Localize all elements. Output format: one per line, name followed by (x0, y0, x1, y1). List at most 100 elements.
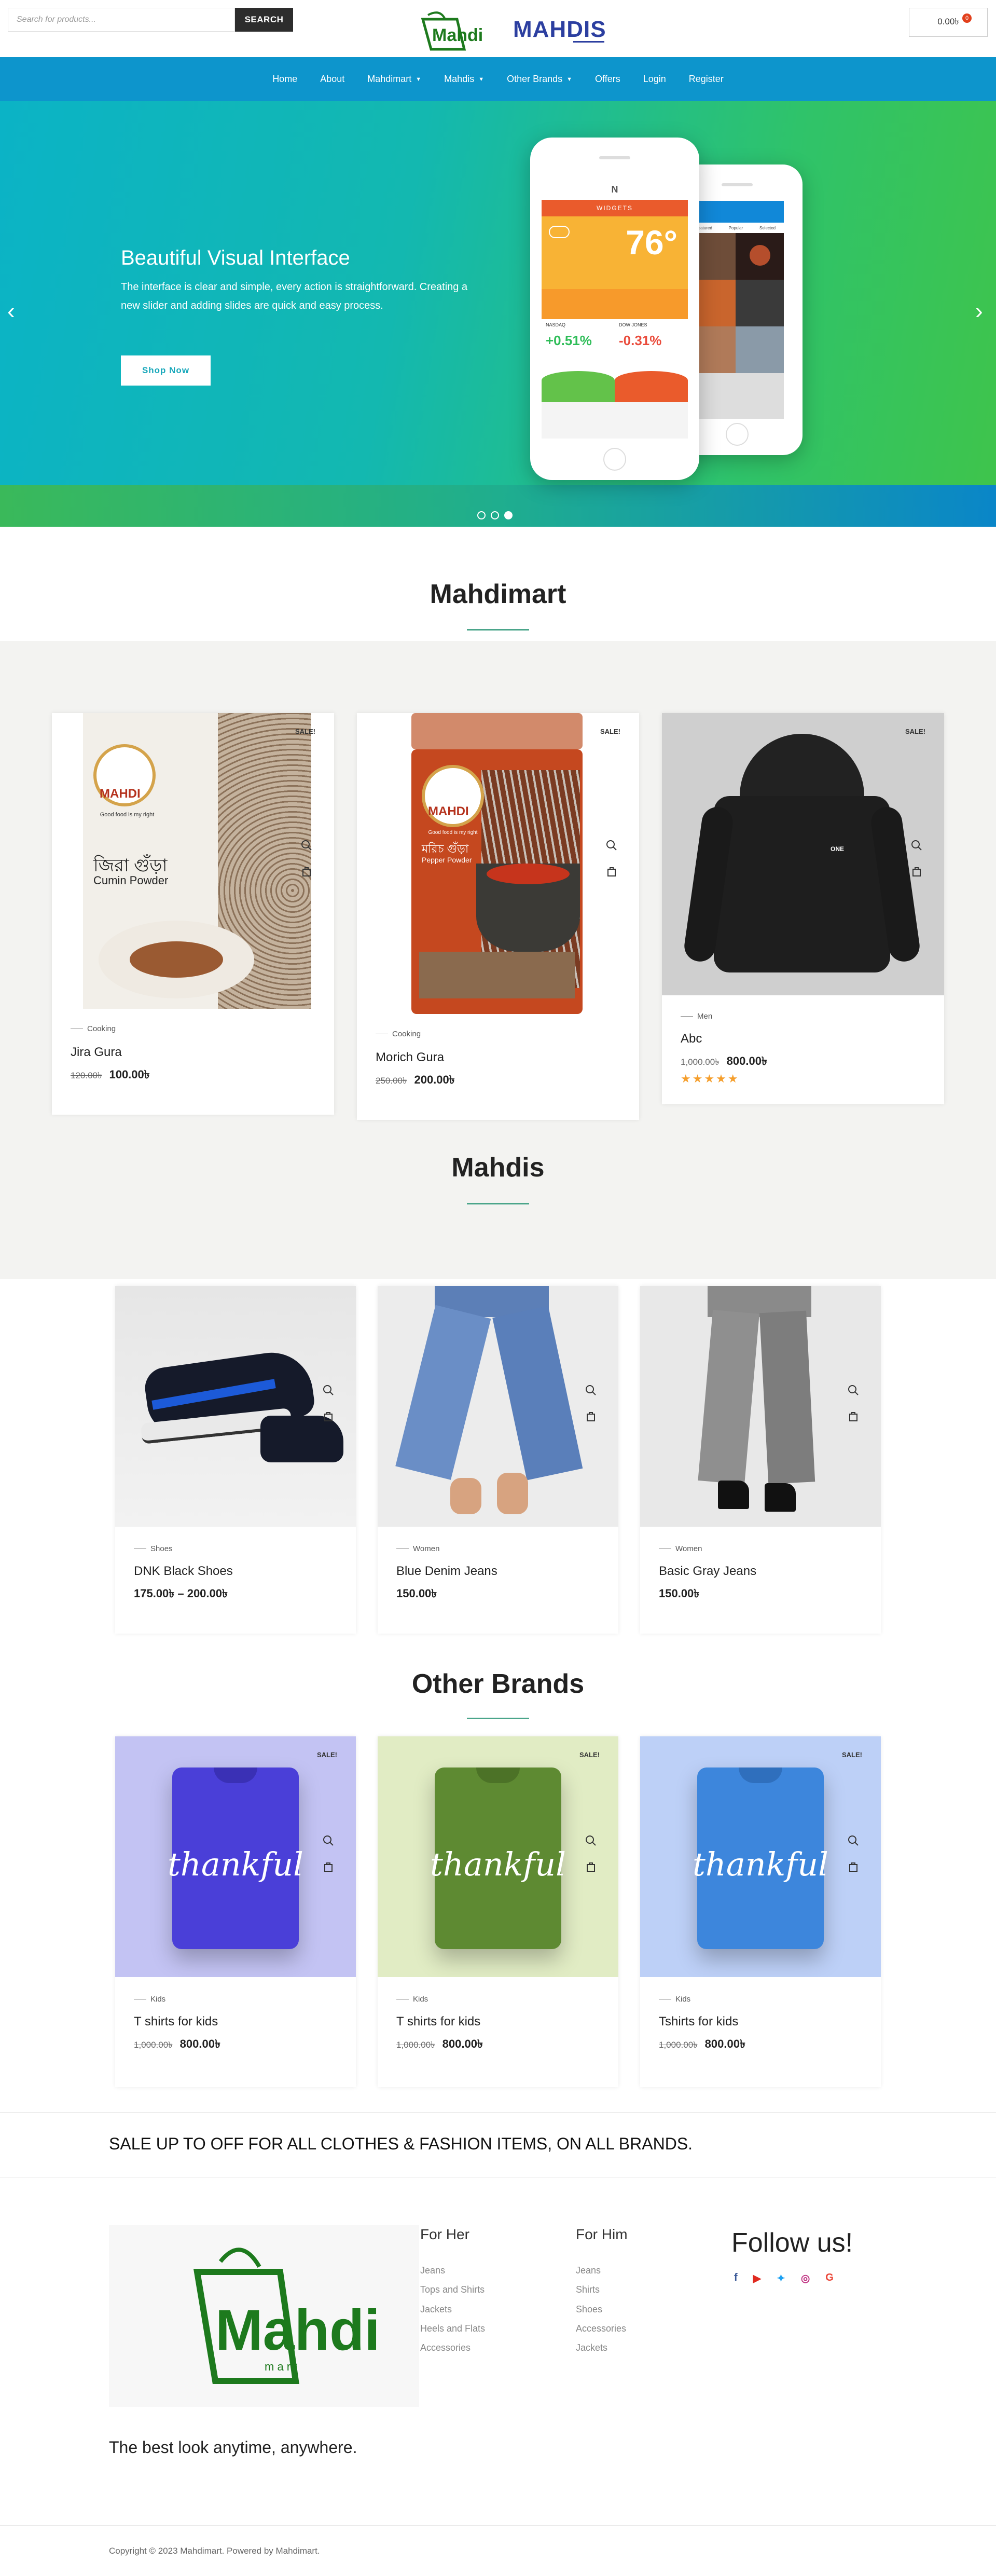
social-links: f ▶ ✦ ◎ G (734, 2272, 834, 2285)
nav-about[interactable]: About (309, 74, 356, 85)
product-image[interactable] (640, 1286, 881, 1527)
shopping-bag-icon[interactable] (848, 1410, 859, 1422)
google-icon[interactable]: G (825, 2272, 834, 2285)
footer-link[interactable]: Tops and Shirts (420, 2284, 485, 2295)
shopping-bag-icon[interactable] (585, 1410, 597, 1422)
product-category[interactable]: Shoes (134, 1544, 173, 1553)
copyright-text: Copyright © 2023 Mahdimart. Powered by M… (109, 2546, 320, 2556)
product-price: 1,000.00৳ 800.00৳ (681, 1054, 767, 1067)
facebook-icon[interactable]: f (734, 2272, 738, 2285)
footer-link[interactable]: Shirts (576, 2284, 600, 2295)
slide-dot[interactable] (491, 511, 499, 519)
product-card[interactable]: MAHDI Good food is my right জিরা গুঁড়া … (52, 713, 334, 1115)
product-image[interactable]: thankful SALE! (640, 1736, 881, 1977)
slider-next-arrow-icon[interactable]: › (975, 298, 983, 324)
search-icon[interactable] (585, 1835, 597, 1846)
product-image[interactable]: ONE SALE! (662, 713, 944, 995)
product-category[interactable]: Cooking (376, 1030, 421, 1038)
youtube-icon[interactable]: ▶ (753, 2272, 761, 2285)
footer-link[interactable]: Jackets (420, 2304, 452, 2315)
product-image[interactable] (115, 1286, 356, 1527)
product-name[interactable]: Blue Denim Jeans (396, 1564, 497, 1579)
search-icon[interactable] (585, 1385, 597, 1396)
nav-login[interactable]: Login (632, 74, 677, 85)
slide-dot[interactable] (477, 511, 486, 519)
product-category[interactable]: Cooking (71, 1024, 116, 1033)
product-name[interactable]: Morich Gura (376, 1050, 444, 1065)
product-image[interactable]: MAHDI Good food is my right মরিচ গুঁড়া … (357, 713, 639, 1014)
mahdis-logo[interactable]: MAHDIS (511, 13, 610, 47)
section-title-mahdis: Mahdis (451, 1153, 545, 1183)
nav-mahdis[interactable]: Mahdis ▼ (433, 74, 495, 85)
product-image[interactable]: thankful SALE! (378, 1736, 618, 1977)
product-card[interactable]: ONE SALE! Men Abc 1,000.00৳ 800.00৳ ★★★★… (662, 713, 944, 1104)
product-name[interactable]: Tshirts for kids (659, 2015, 738, 2029)
follow-us-title: Follow us! (731, 2228, 853, 2258)
product-card[interactable]: thankful SALE! Kids T shirts for kids 1,… (378, 1736, 618, 2087)
product-name[interactable]: Jira Gura (71, 1045, 122, 1060)
product-card[interactable]: Women Blue Denim Jeans 150.00৳ (378, 1286, 618, 1634)
product-card[interactable]: Shoes DNK Black Shoes 175.00৳ – 200.00৳ (115, 1286, 356, 1634)
mahdimart-logo[interactable]: Mahdi (412, 8, 485, 51)
product-price: 150.00৳ (396, 1587, 437, 1600)
slide-dot-active[interactable] (504, 511, 513, 519)
product-card[interactable]: thankful SALE! Kids T shirts for kids 1,… (115, 1736, 356, 2087)
product-category[interactable]: Kids (134, 1995, 165, 2004)
product-name[interactable]: T shirts for kids (134, 2015, 218, 2029)
svg-text:MAHDIS: MAHDIS (513, 17, 606, 42)
cart-button[interactable]: 0.00৳ 0 (909, 8, 988, 37)
chevron-down-icon: ▼ (416, 76, 422, 83)
footer-link[interactable]: Jeans (420, 2265, 445, 2276)
product-name[interactable]: Abc (681, 1032, 702, 1046)
product-card[interactable]: MAHDI Good food is my right মরিচ গুঁড়া … (357, 713, 639, 1120)
product-category[interactable]: Kids (659, 1995, 690, 2004)
footer-link[interactable]: Shoes (576, 2304, 602, 2315)
product-name[interactable]: Basic Gray Jeans (659, 1564, 756, 1579)
footer-link[interactable]: Jeans (576, 2265, 601, 2276)
footer-link[interactable]: Heels and Flats (420, 2323, 485, 2334)
product-card[interactable]: thankful SALE! Kids Tshirts for kids 1,0… (640, 1736, 881, 2087)
footer-link[interactable]: Accessories (576, 2323, 626, 2334)
product-name[interactable]: T shirts for kids (396, 2015, 480, 2029)
shopping-bag-icon[interactable] (911, 866, 922, 877)
product-category[interactable]: Women (659, 1544, 702, 1553)
product-image[interactable]: thankful SALE! (115, 1736, 356, 1977)
shopping-bag-icon[interactable] (848, 1861, 859, 1872)
shop-now-button[interactable]: Shop Now (121, 355, 211, 386)
nav-offers[interactable]: Offers (584, 74, 632, 85)
nav-register[interactable]: Register (677, 74, 735, 85)
instagram-icon[interactable]: ◎ (801, 2272, 810, 2285)
search-icon[interactable] (301, 840, 312, 851)
product-category[interactable]: Kids (396, 1995, 428, 2004)
chevron-down-icon: ▼ (478, 76, 485, 83)
search-icon[interactable] (911, 840, 922, 851)
product-card[interactable]: Women Basic Gray Jeans 150.00৳ (640, 1286, 881, 1634)
shopping-bag-icon[interactable] (585, 1861, 597, 1872)
nav-mahdimart[interactable]: Mahdimart ▼ (356, 74, 433, 85)
footer-link[interactable]: Accessories (420, 2342, 471, 2353)
twitter-icon[interactable]: ✦ (777, 2272, 785, 2285)
nav-other-brands[interactable]: Other Brands ▼ (495, 74, 584, 85)
product-name[interactable]: DNK Black Shoes (134, 1564, 233, 1579)
product-image[interactable]: MAHDI Good food is my right জিরা গুঁড়া … (52, 713, 334, 1009)
search-button[interactable]: SEARCH (235, 8, 293, 32)
slider-prev-arrow-icon[interactable]: ‹ (7, 298, 15, 324)
search-icon[interactable] (323, 1385, 334, 1396)
product-image[interactable] (378, 1286, 618, 1527)
footer-link[interactable]: Jackets (576, 2342, 607, 2353)
search-input[interactable] (8, 8, 235, 32)
mahdimart-logo-large: Mahdi m a r t (193, 2248, 380, 2384)
nav-home[interactable]: Home (261, 74, 309, 85)
product-price: 1,000.00৳ 800.00৳ (396, 2037, 483, 2050)
search-icon[interactable] (848, 1385, 859, 1396)
shopping-bag-icon[interactable] (323, 1861, 334, 1872)
shopping-bag-icon[interactable] (323, 1410, 334, 1422)
product-category[interactable]: Men (681, 1012, 712, 1021)
product-category[interactable]: Women (396, 1544, 439, 1553)
shopping-bag-icon[interactable] (301, 866, 312, 877)
footer-logo[interactable]: Mahdi m a r t (109, 2225, 419, 2407)
search-icon[interactable] (606, 840, 617, 851)
shopping-bag-icon[interactable] (606, 866, 617, 877)
search-icon[interactable] (323, 1835, 334, 1846)
search-icon[interactable] (848, 1835, 859, 1846)
